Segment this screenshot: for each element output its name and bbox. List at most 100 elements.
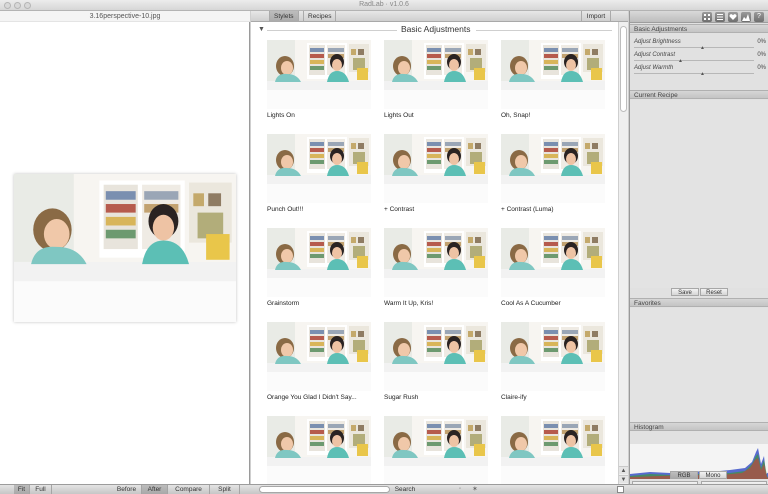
slider-knob-icon[interactable]: ▲ [700, 71, 705, 77]
grid-icon[interactable] [702, 12, 712, 22]
stylet-thumbnail-image[interactable] [267, 416, 371, 484]
current-recipe-list [630, 100, 768, 288]
fit-button[interactable]: Fit [14, 485, 30, 494]
stylet-thumbnail-image[interactable] [267, 40, 371, 109]
brightness-label: Adjust Brightness [634, 39, 681, 45]
help-icon[interactable]: ? [754, 12, 764, 22]
import-button[interactable]: Import [581, 11, 611, 22]
stylet-thumbnail[interactable]: Cool As A Cucumber [501, 228, 605, 307]
stylet-thumbnail-image[interactable] [501, 40, 605, 109]
slider-track[interactable] [634, 60, 754, 61]
stylet-thumbnail-image[interactable] [501, 416, 605, 484]
stylet-label: Warm It Up, Kris! [384, 300, 434, 307]
stylet-thumbnail[interactable] [267, 416, 371, 484]
stylet-thumbnail-image[interactable] [384, 40, 488, 109]
favorites-header[interactable]: Favorites [630, 298, 768, 307]
stylet-label: Claire-ify [501, 394, 527, 401]
stylet-thumbnail[interactable]: Claire-ify [501, 322, 605, 401]
brightness-slider[interactable]: Adjust Brightness 0% ▲ [634, 39, 766, 51]
stylet-label: + Contrast [384, 206, 415, 213]
save-button[interactable]: Save [671, 288, 699, 296]
preview-image [14, 174, 236, 322]
stylet-scrollbar[interactable]: ▲ ▼ [618, 22, 628, 484]
slider-knob-icon[interactable]: ▲ [678, 58, 683, 64]
section-header[interactable]: ▼ Basic Adjustments [251, 22, 618, 38]
warmth-label: Adjust Warmth [634, 65, 674, 71]
after-button[interactable]: After [142, 485, 168, 494]
bottom-toolbar: Fit Full Before After Compare Split Sear… [0, 484, 768, 494]
stylet-tabs: Stylets Recipes Import [251, 11, 628, 22]
tab-stylets[interactable]: Stylets [269, 11, 299, 22]
tab-recipes[interactable]: Recipes [303, 11, 337, 22]
before-button[interactable]: Before [112, 485, 142, 494]
stylet-label: + Contrast (Luma) [501, 206, 554, 213]
brightness-value: 0% [757, 39, 766, 45]
search-label: Search [394, 486, 416, 493]
list-icon[interactable] [715, 12, 725, 22]
slider-track[interactable] [634, 47, 754, 48]
stylet-label: Cool As A Cucumber [501, 300, 561, 307]
histogram-icon[interactable] [741, 12, 751, 22]
stylet-label: Punch Out!!! [267, 206, 304, 213]
reset-button[interactable]: Reset [700, 288, 728, 296]
title-bar: RadLab · v1.0.6 [0, 0, 768, 11]
slider-track[interactable] [634, 73, 754, 74]
favorites-list [630, 308, 768, 422]
contrast-slider[interactable]: Adjust Contrast 0% ▲ [634, 52, 766, 64]
heart-icon[interactable] [728, 12, 738, 22]
full-button[interactable]: Full [30, 485, 52, 494]
window-title: RadLab · v1.0.6 [359, 1, 409, 8]
stylet-thumbnail-image[interactable] [501, 228, 605, 297]
basic-adjustments-header[interactable]: Basic Adjustments [630, 24, 768, 33]
stylet-thumbnail[interactable]: + Contrast [384, 134, 488, 213]
divider [476, 30, 612, 31]
view-toggle-icon[interactable] [617, 486, 624, 493]
stylet-label: Sugar Rush [384, 394, 419, 401]
stylet-thumbnail[interactable]: Sugar Rush [384, 322, 488, 401]
stylet-thumbnail[interactable]: Lights Out [384, 40, 488, 119]
scroll-up-arrow-icon[interactable]: ▲ [619, 466, 628, 474]
histogram-header[interactable]: Histogram [630, 422, 768, 431]
stylet-thumbnail-image[interactable] [501, 322, 605, 391]
compare-button[interactable]: Compare [168, 485, 210, 494]
stylet-label: Orange You Glad I Didn't Say... [267, 394, 357, 401]
stylet-thumbnail[interactable]: + Contrast (Luma) [501, 134, 605, 213]
slider-large-icon: ✶ [472, 486, 478, 493]
search-input[interactable] [259, 486, 390, 493]
stylet-label: Oh, Snap! [501, 112, 531, 119]
slider-knob-icon[interactable]: ▲ [700, 45, 705, 51]
stylet-label: Lights On [267, 112, 295, 119]
adjustments-panel: ? Basic Adjustments Adjust Brightness 0%… [629, 11, 768, 494]
stylet-label: Grainstorm [267, 300, 300, 307]
stylet-thumbnail-image[interactable] [267, 228, 371, 297]
mono-toggle[interactable]: Mono [699, 471, 727, 479]
rgb-toggle[interactable]: RGB [670, 471, 698, 479]
slider-small-icon: ◦ [459, 486, 462, 492]
stylet-thumbnail-image[interactable] [384, 416, 488, 484]
stylet-thumbnail-image[interactable] [384, 228, 488, 297]
stylet-thumbnail-image[interactable] [384, 134, 488, 203]
stylet-thumbnail[interactable] [501, 416, 605, 484]
stylet-thumbnail-image[interactable] [501, 134, 605, 203]
current-recipe-header[interactable]: Current Recipe [630, 90, 768, 99]
stylet-thumbnail[interactable]: Punch Out!!! [267, 134, 371, 213]
section-title: Basic Adjustments [401, 24, 471, 34]
warmth-slider[interactable]: Adjust Warmth 0% ▲ [634, 65, 766, 77]
stylet-thumbnail[interactable]: Grainstorm [267, 228, 371, 307]
split-button[interactable]: Split [210, 485, 240, 494]
stylet-thumbnail[interactable]: Lights On [267, 40, 371, 119]
stylet-thumbnail[interactable] [384, 416, 488, 484]
scroll-thumb[interactable] [620, 26, 627, 112]
stylet-thumbnail[interactable]: Warm It Up, Kris! [384, 228, 488, 307]
stylet-thumbnail[interactable]: Oh, Snap! [501, 40, 605, 119]
contrast-label: Adjust Contrast [634, 52, 676, 58]
panel-toolbar: ? [630, 11, 768, 23]
scroll-down-arrow-icon[interactable]: ▼ [619, 475, 628, 483]
stylet-thumbnail-image[interactable] [267, 322, 371, 391]
preview-filename: 3.16perspective-10.jpg [0, 11, 250, 22]
stylet-thumbnail-image[interactable] [384, 322, 488, 391]
stylet-thumbnail[interactable]: Orange You Glad I Didn't Say... [267, 322, 371, 401]
stylet-label: Lights Out [384, 112, 414, 119]
disclosure-triangle-icon[interactable]: ▼ [258, 26, 265, 33]
stylet-thumbnail-image[interactable] [267, 134, 371, 203]
